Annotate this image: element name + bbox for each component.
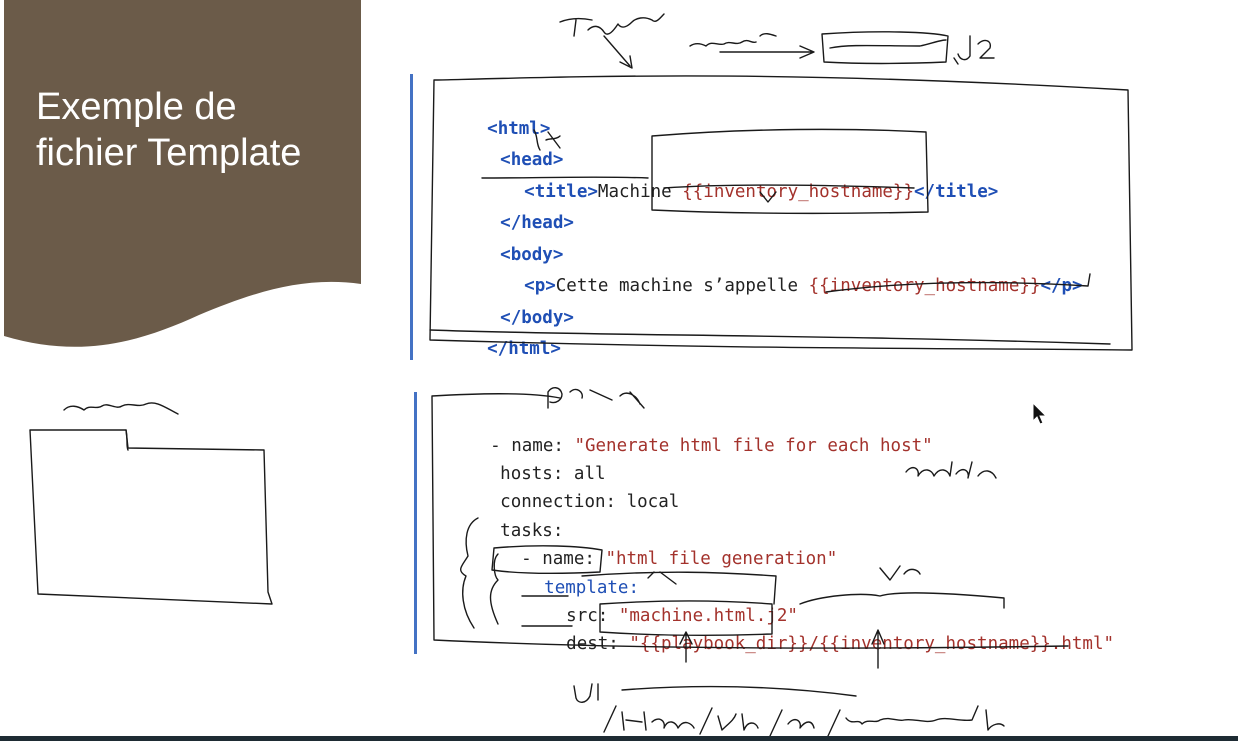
code-line-title: <title>Machine {{inventory_hostname}}</t… [524,182,999,202]
bottom-bar [0,736,1238,741]
code-line-head-close: </head> [500,213,574,233]
template-variable: {{inventory_hostname}} [682,182,915,202]
code-line-paragraph: <p>Cette machine s’appelle {{inventory_h… [524,276,1083,296]
yaml-line-hosts: hosts: all [500,464,606,484]
yaml-line-template: template: [544,578,639,598]
yaml-line-task-name: - name: "html file generation" [521,549,838,569]
playbook-code: - name: "Generate html file for each hos… [414,392,1137,654]
title-panel: Exemple de fichier Template [4,0,361,360]
code-line-body-close: </body> [500,308,574,328]
title-panel-shape [4,0,361,347]
code-line-body-open: <body> [500,245,564,265]
slide-title: Exemple de fichier Template [36,84,301,176]
yaml-line-tasks: tasks: [500,521,564,541]
html-template-code: <html> <head> <title>Machine {{inventory… [410,74,1133,360]
mouse-cursor-icon [1032,402,1048,425]
yaml-line-src: src: "machine.html.j2" [566,606,798,626]
code-line-head-open: <head> [500,150,564,170]
yaml-line-connection: connection: local [500,492,680,512]
slide-title-line1: Exemple de [36,86,237,128]
template-variable: {{inventory_hostname}} [808,276,1041,296]
yaml-line-name: - name: "Generate html file for each hos… [490,436,933,456]
code-line-html-open: <html> [487,119,551,139]
code-line-html-close: </html> [487,339,561,359]
yaml-line-dest: dest: "{{playbook_dir}}/{{inventory_host… [566,634,1115,654]
slide-title-line2: fichier Template [36,132,302,174]
